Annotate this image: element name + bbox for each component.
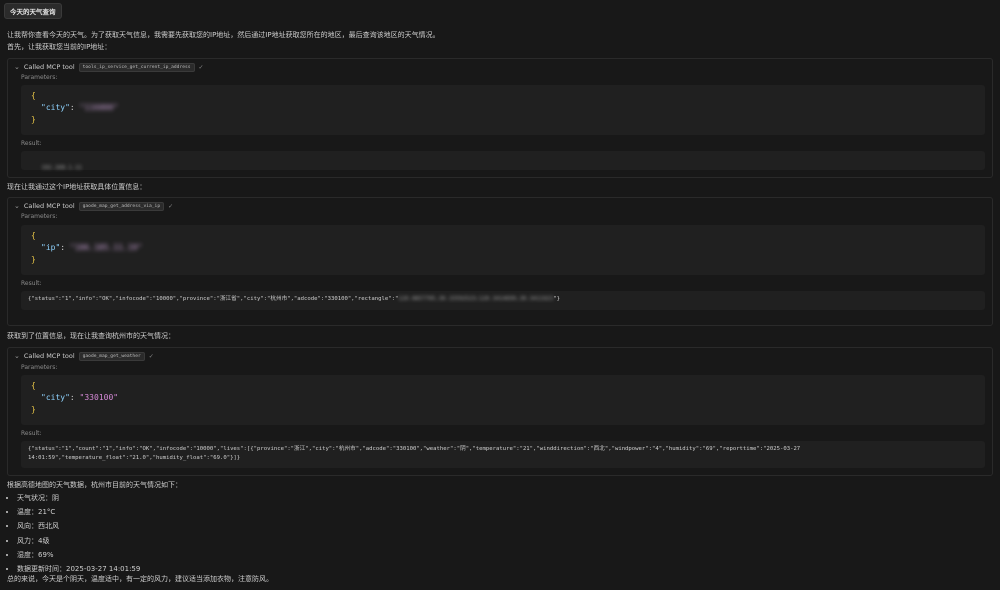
tool-name-badge: gaode_map_get_weather <box>78 351 145 361</box>
result-label: Result: <box>21 280 42 287</box>
user-message-bubble: 今天的天气查询 <box>4 3 62 19</box>
parameters-label: Parameters: <box>21 213 58 220</box>
list-item: 湿度：69% <box>17 548 140 562</box>
tool-call-panel-address: ⌄ Called MCP tool gaode_map_get_address_… <box>7 197 993 326</box>
weather-list: 天气状况：阴 温度：21°C 风向：西北风 风力：4级 湿度：69% 数据更新时… <box>7 491 140 576</box>
tool-call-header[interactable]: ⌄ Called MCP tool tools_ip_service_get_c… <box>14 61 204 73</box>
list-item: 天气状况：阴 <box>17 491 140 505</box>
param-line: "city": "116000" <box>41 103 119 112</box>
tool-call-panel-ip: ⌄ Called MCP tool tools_ip_service_get_c… <box>7 58 993 178</box>
result-label: Result: <box>21 140 42 147</box>
result-text-prefix: {"status":"1","info":"OK","infocode":"10… <box>28 296 399 302</box>
result-redacted: 192.168.1.11 <box>41 165 82 171</box>
close-brace: } <box>31 255 36 264</box>
param-value-redacted: "106.185.11.19" <box>69 243 143 252</box>
tool-header-label: Called MCP tool <box>23 352 75 360</box>
result-label: Result: <box>21 430 42 437</box>
param-key: "city" <box>41 393 70 402</box>
param-line: "ip": "106.185.11.19" <box>41 243 143 252</box>
result-box: {"status":"1","count":"1","info":"OK","i… <box>21 441 985 468</box>
list-item: 温度：21°C <box>17 505 140 519</box>
tool-header-label: Called MCP tool <box>23 63 75 71</box>
chevron-down-icon[interactable]: ⌄ <box>14 202 20 210</box>
parameters-label: Parameters: <box>21 74 58 81</box>
conclusion-text: 总的来说，今天是个阴天，温度适中，有一定的风力，建议适当添加衣物，注意防风。 <box>7 575 273 583</box>
param-value: "330100" <box>79 393 119 402</box>
param-key: "ip" <box>41 243 61 252</box>
param-key: "city" <box>41 103 70 112</box>
chevron-down-icon[interactable]: ⌄ <box>14 352 20 360</box>
open-brace: { <box>31 381 36 390</box>
parameters-code: { "city": "116000" } <box>21 85 985 135</box>
parameters-label: Parameters: <box>21 364 58 371</box>
chevron-down-icon[interactable]: ⌄ <box>14 63 20 71</box>
tool-name-badge: gaode_map_get_address_via_ip <box>78 201 165 211</box>
intro-line-1: 让我帮你查看今天的天气。为了获取天气信息，我需要先获取您的IP地址，然后通过IP… <box>7 31 440 39</box>
tool-call-panel-weather: ⌄ Called MCP tool gaode_map_get_weather … <box>7 347 993 476</box>
summary-intro: 根据高德地图的天气数据，杭州市目前的天气情况如下： <box>7 481 182 489</box>
check-icon: ✓ <box>198 63 204 71</box>
check-icon: ✓ <box>148 352 154 360</box>
open-brace: { <box>31 231 36 240</box>
tool-name-badge: tools_ip_service_get_current_ip_address <box>78 62 195 72</box>
param-value-redacted: "116000" <box>79 103 119 112</box>
result-line-1: {"status":"1","count":"1","info":"OK","i… <box>28 446 801 452</box>
result-line-2: 14:01:59","temperature_float":"21.0","hu… <box>28 455 241 461</box>
check-icon: ✓ <box>168 202 174 210</box>
between-text-2: 获取到了位置信息，现在让我查询杭州市的天气情况： <box>7 332 175 340</box>
open-brace: { <box>31 91 36 100</box>
intro-line-2: 首先，让我获取您当前的IP地址： <box>7 43 112 51</box>
result-text-suffix: "} <box>553 296 561 302</box>
parameters-code: { "city": "330100" } <box>21 375 985 425</box>
param-line: "city": "330100" <box>41 393 119 402</box>
close-brace: } <box>31 115 36 124</box>
result-redacted: 120.0857705,30.15592523;120.3414699,30.3… <box>398 296 554 302</box>
list-item: 风向：西北风 <box>17 519 140 533</box>
close-brace: } <box>31 405 36 414</box>
result-box: {"status":"1","info":"OK","infocode":"10… <box>21 291 985 310</box>
list-item: 风力：4级 <box>17 534 140 548</box>
tool-call-header[interactable]: ⌄ Called MCP tool gaode_map_get_address_… <box>14 200 173 212</box>
result-box: 192.168.1.11 <box>21 151 985 171</box>
between-text-1: 现在让我通过这个IP地址获取具体位置信息： <box>7 183 147 191</box>
tool-call-header[interactable]: ⌄ Called MCP tool gaode_map_get_weather … <box>14 350 154 362</box>
parameters-code: { "ip": "106.185.11.19" } <box>21 225 985 275</box>
tool-header-label: Called MCP tool <box>23 202 75 210</box>
